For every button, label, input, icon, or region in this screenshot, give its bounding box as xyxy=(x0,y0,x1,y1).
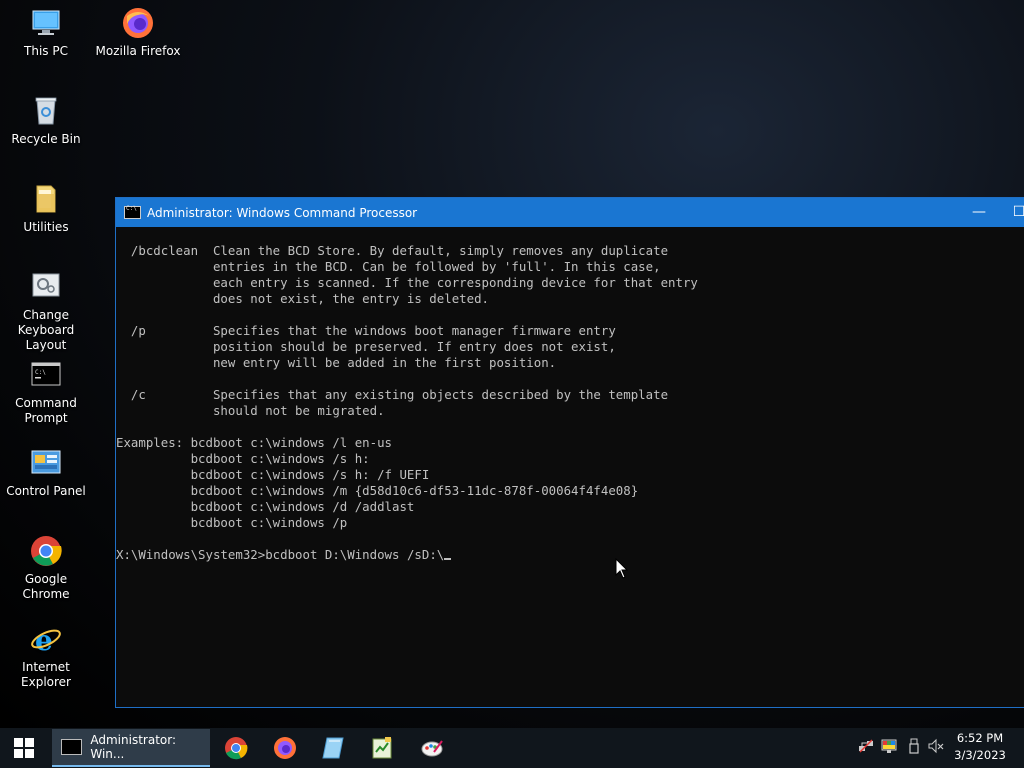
desktop-icon-internet-explorer[interactable]: e Internet Explorer xyxy=(0,622,92,690)
windows-logo-icon xyxy=(14,738,34,758)
this-pc-icon xyxy=(32,10,60,35)
mouse-pointer-icon xyxy=(615,558,629,579)
console-line: does not exist, the entry is deleted. xyxy=(116,291,489,306)
taskbar-item-command-prompt[interactable]: Administrator: Win... xyxy=(52,729,210,767)
desktop-icon-control-panel[interactable]: Control Panel xyxy=(0,446,92,499)
window-title-bar[interactable]: Administrator: Windows Command Processor… xyxy=(116,198,1024,227)
desktop-icon-label: This PC xyxy=(24,44,68,58)
recycle-bin-icon xyxy=(35,97,57,125)
start-button[interactable] xyxy=(0,728,48,768)
text-cursor xyxy=(444,558,452,560)
console-output[interactable]: /bcdclean Clean the BCD Store. By defaul… xyxy=(116,227,1024,707)
desktop-icon-recycle-bin[interactable]: Recycle Bin xyxy=(0,94,92,147)
svg-text:e: e xyxy=(35,624,53,656)
command-prompt-window[interactable]: Administrator: Windows Command Processor… xyxy=(115,197,1024,708)
prompt-path: X:\Windows\System32> xyxy=(116,547,266,562)
minimize-button[interactable]: — xyxy=(959,198,999,227)
prompt-line[interactable]: X:\Windows\System32>bcdboot D:\Windows /… xyxy=(116,547,1024,563)
desktop-icon-this-pc[interactable]: This PC xyxy=(0,6,92,59)
console-line: new entry will be added in the first pos… xyxy=(116,355,557,370)
chrome-icon[interactable] xyxy=(224,736,248,760)
command-prompt-icon: C:\ xyxy=(31,362,61,386)
desktop-icon-label: Utilities xyxy=(23,220,69,234)
desktop-icon-chrome[interactable]: Google Chrome xyxy=(0,534,92,602)
desktop-icon-label: Prompt xyxy=(24,411,68,425)
clock-date: 3/3/2023 xyxy=(954,748,1006,762)
chrome-icon xyxy=(31,536,62,566)
maximize-button[interactable]: ☐ xyxy=(999,198,1024,227)
desktop: This PC Mozilla Firefox Recycle Bin Util… xyxy=(0,0,1024,728)
console-line: bcdboot c:\windows /p xyxy=(116,515,348,530)
desktop-icon-utilities[interactable]: Utilities xyxy=(0,182,92,235)
taskbar-clock[interactable]: 6:52 PM 3/3/2023 xyxy=(950,730,1010,764)
desktop-icon-label: Internet Explorer xyxy=(21,660,71,689)
desktop-icon-label: Google Chrome xyxy=(22,572,70,601)
console-line: /c Specifies that any existing objects d… xyxy=(116,387,669,402)
color-display-icon[interactable] xyxy=(881,738,897,754)
console-line: entries in the BCD. Can be followed by '… xyxy=(116,259,661,274)
console-line: Examples: bcdboot c:\windows /l en-us xyxy=(116,435,393,450)
desktop-icon-label: Command xyxy=(15,396,77,410)
console-app-icon xyxy=(124,205,141,219)
console-line: /bcdclean Clean the BCD Store. By defaul… xyxy=(116,243,669,258)
desktop-icon-label: Keyboard Layout xyxy=(17,323,75,352)
desktop-icon-command-prompt[interactable]: C:\ Command Prompt xyxy=(0,358,92,426)
firefox-icon xyxy=(123,8,153,38)
desktop-icon-label: Control Panel xyxy=(6,484,86,498)
console-line: bcdboot c:\windows /m {d58d10c6-df53-11d… xyxy=(116,483,639,498)
folder-icon xyxy=(36,185,56,213)
desktop-icon-firefox[interactable]: Mozilla Firefox xyxy=(92,6,184,59)
internet-explorer-icon: e xyxy=(31,624,61,656)
desktop-icon-label: Mozilla Firefox xyxy=(95,44,181,58)
firefox-icon[interactable] xyxy=(273,736,297,760)
console-line: should not be migrated. xyxy=(116,403,385,418)
desktop-icon-keyboard-layout[interactable]: Change Keyboard Layout xyxy=(0,270,92,353)
desktop-icon-label: Change xyxy=(23,308,69,322)
window-title: Administrator: Windows Command Processor xyxy=(147,205,418,220)
console-line: position should be preserved. If entry d… xyxy=(116,339,616,354)
console-line: bcdboot c:\windows /s h: /f UEFI xyxy=(116,467,430,482)
taskbar-item-label: Administrator: Win... xyxy=(90,733,177,761)
console-line: /p Specifies that the windows boot manag… xyxy=(116,323,616,338)
volume-muted-icon[interactable] xyxy=(928,738,944,754)
control-panel-icon xyxy=(31,450,61,474)
console-line: bcdboot c:\windows /s h: xyxy=(116,451,370,466)
svg-text:C:\: C:\ xyxy=(35,369,46,376)
command-input[interactable]: bcdboot D:\Windows /sD:\ xyxy=(265,547,444,562)
clock-time: 6:52 PM xyxy=(956,731,1004,745)
command-prompt-icon xyxy=(61,739,83,755)
paint-icon[interactable] xyxy=(420,736,444,760)
console-line: bcdboot c:\windows /d /addlast xyxy=(116,499,415,514)
spreadsheet-icon[interactable] xyxy=(370,736,394,760)
notepad-icon[interactable] xyxy=(321,736,345,760)
keyboard-layout-icon xyxy=(32,273,60,297)
desktop-icon-label: Recycle Bin xyxy=(11,132,81,146)
network-icon[interactable] xyxy=(858,738,874,754)
usb-device-icon[interactable] xyxy=(906,738,922,754)
console-line: each entry is scanned. If the correspond… xyxy=(116,275,698,290)
